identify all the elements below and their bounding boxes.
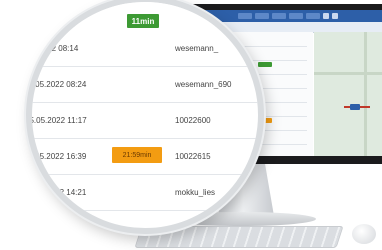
settings-icon[interactable] <box>323 13 329 19</box>
map-road <box>314 72 382 75</box>
status-badge <box>258 62 272 67</box>
row-datetime: 05.05.2022 08:14 <box>26 44 79 53</box>
duration-badge-orange: 21:59min <box>112 147 162 163</box>
row-datetime: 05.05.2022 13:36 <box>26 224 81 233</box>
row-user: wesemann_690 <box>175 80 232 89</box>
vehicle-marker-icon[interactable] <box>350 104 360 110</box>
row-datetime: 05.05.2022 08:24 <box>26 80 87 89</box>
table-row[interactable]: 05.05.2022 14:21 mokku_lies <box>32 174 258 211</box>
lens-header: 11min <box>32 2 258 28</box>
map-panel[interactable] <box>314 32 382 156</box>
row-user: 10022600 <box>175 116 211 125</box>
header-tab[interactable] <box>272 13 286 19</box>
table-row[interactable]: 05.05.2022 08:24 wesemann_690 <box>32 66 258 103</box>
trip-rows: 05.05.2022 08:14 wesemann_ 05.05.2022 08… <box>32 30 258 228</box>
table-row[interactable]: 05.05.2022 11:17 10022600 <box>32 102 258 139</box>
row-datetime: 05.05.2022 16:39 <box>26 152 87 161</box>
duration-badge-green: 11min <box>127 14 159 28</box>
header-tab[interactable] <box>306 13 320 19</box>
row-datetime: 05.05.2022 11:17 <box>26 116 87 125</box>
mouse <box>352 224 376 244</box>
row-user: 10022615 <box>175 152 211 161</box>
row-user: mokku_lies <box>175 188 216 197</box>
magnifier-lens: 11min 05.05.2022 08:14 wesemann_ 05.05.2… <box>26 0 264 234</box>
row-user: wesemann_ <box>175 44 219 53</box>
table-row[interactable]: 05.05.2022 08:14 wesemann_ <box>32 30 258 67</box>
row-datetime: 05.05.2022 14:21 <box>26 188 87 197</box>
map-road <box>364 32 367 156</box>
user-icon[interactable] <box>332 13 338 19</box>
table-row[interactable]: 05.05.2022 16:39 21:59min 10022615 <box>32 138 258 175</box>
header-tab[interactable] <box>289 13 303 19</box>
